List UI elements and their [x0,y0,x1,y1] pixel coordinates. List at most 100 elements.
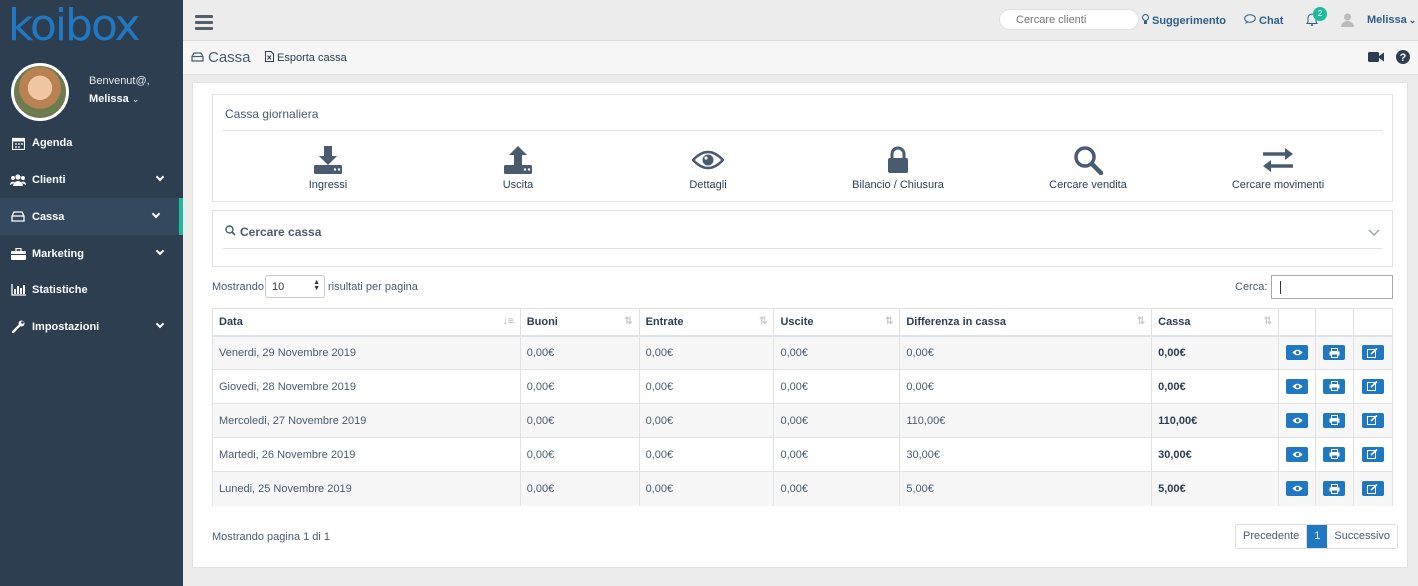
user-menu-top[interactable]: Melissa ⌄ [1367,14,1416,26]
view-button[interactable] [1286,481,1308,497]
details-action[interactable]: Dettagli [643,145,773,191]
sidebar-item-impostazioni[interactable]: Impostazioni [0,308,183,345]
lightbulb-icon [1142,14,1149,28]
sidebar-item-label: Cassa [32,210,65,223]
table-search-input[interactable] [1271,275,1393,299]
edit-button[interactable] [1361,481,1384,496]
cell-view [1278,335,1316,370]
sidebar-item-clienti[interactable]: Clienti [0,161,183,198]
sidebar-item-cassa[interactable]: Cassa [0,198,183,235]
edit-icon [1367,415,1379,426]
cell-differenza: 5,00€ [899,471,1153,506]
print-button[interactable] [1323,345,1346,360]
edit-icon [1367,347,1379,358]
export-cash-link[interactable]: Esporta cassa [265,51,347,65]
cell-view [1278,403,1316,438]
search-clients-input[interactable] [999,9,1139,30]
edit-icon [1367,449,1379,460]
sidebar-item-label: Agenda [32,137,73,149]
column-header-differenza[interactable]: Differenza in cassa ⇅ [899,308,1153,337]
cell-date: Martedi, 26 Novembre 2019 [212,437,521,472]
table-row: Giovedi, 28 Novembre 2019 0,00€ 0,00€ 0,… [212,369,1394,404]
sidebar-item-statistiche[interactable]: Statistiche [0,272,183,308]
cell-print [1314,471,1354,506]
daily-cash-box: Cassa giornaliera Ingressi Uscita Dettag… [212,94,1393,202]
print-button[interactable] [1323,481,1346,496]
sort-icon: ⇅ [1263,316,1273,327]
column-header-buoni[interactable]: Buoni ⇅ [519,308,640,337]
view-button[interactable] [1286,447,1308,462]
print-button[interactable] [1323,412,1346,428]
suggestion-link[interactable]: Suggerimento [1142,14,1226,28]
chat-link[interactable]: Chat [1244,14,1283,27]
chevron-down-icon[interactable] [1368,228,1380,240]
bar-chart-icon [10,283,26,297]
outflow-action[interactable]: Uscita [453,145,583,191]
view-button[interactable] [1286,379,1308,394]
daily-cash-title: Cassa giornaliera [225,107,319,121]
column-header-actions [1314,308,1354,337]
user-avatar-icon[interactable] [1341,13,1354,30]
edit-button[interactable] [1361,446,1384,462]
column-header-actions [1278,308,1316,337]
cell-uscite: 0,00€ [773,369,901,404]
balance-closing-action[interactable]: Bilancio / Chiusura [833,145,963,191]
page-1-button[interactable]: 1 [1307,525,1328,548]
table-row: Lunedi, 25 Novembre 2019 0,00€ 0,00€ 0,0… [212,471,1394,506]
edit-button[interactable] [1361,378,1384,394]
search-cash-header[interactable]: Cercare cassa [225,225,321,239]
column-header-cassa[interactable]: Cassa ⇅ [1151,308,1280,337]
sidebar-item-marketing[interactable]: Marketing [0,235,183,272]
cell-uscite: 0,00€ [773,437,901,472]
table-row: Venerdi, 29 Novembre 2019 0,00€ 0,00€ 0,… [212,335,1394,370]
edit-button[interactable] [1361,412,1384,428]
header-label: Differenza in cassa [906,315,1007,328]
search-sale-action[interactable]: Cercare vendita [1023,145,1153,191]
welcome-block: Benvenut@, Melissa ⌄ [89,72,150,108]
per-page-select[interactable]: 10 ▲ ▼ [265,275,325,298]
koibox-logo[interactable]: koibox [8,4,141,48]
sidebar-nav: Agenda Clienti Cassa Marketing Statistic… [0,125,183,345]
column-header-entrate[interactable]: Entrate ⇅ [638,308,775,337]
edit-button[interactable] [1361,345,1384,360]
upload-icon [453,145,583,175]
next-page-button[interactable]: Successivo [1327,525,1398,548]
print-button[interactable] [1323,378,1346,394]
view-button[interactable] [1286,345,1308,361]
video-camera-icon[interactable] [1368,51,1384,66]
avatar[interactable] [11,63,69,121]
cell-entrate: 0,00€ [638,437,775,472]
income-action[interactable]: Ingressi [263,145,393,191]
user-name-top: Melissa [1367,14,1407,26]
cell-print [1314,403,1354,438]
column-header-data[interactable]: Data ↓≡ [212,308,521,337]
chevron-down-icon: ⌄ [131,94,140,104]
previous-page-button[interactable]: Precedente [1236,525,1308,548]
column-header-uscite[interactable]: Uscite ⇅ [773,308,901,337]
sidebar-item-label: Impostazioni [32,320,100,333]
hamburger-menu-icon[interactable] [195,15,213,30]
user-menu[interactable]: Melissa ⌄ [89,90,150,108]
pagination-info: Mostrando pagina 1 di 1 [212,531,331,543]
cell-edit [1352,403,1394,438]
cell-edit [1352,471,1394,506]
cell-view [1278,369,1316,404]
sidebar-item-agenda[interactable]: Agenda [0,125,183,161]
view-button[interactable] [1286,413,1308,428]
pagination: Precedente 1 Successivo [1235,524,1399,549]
showing-label: Mostrando [212,281,264,293]
cash-table: Data ↓≡ Buoni ⇅ Entrate ⇅ Uscite ⇅ Differenz… [212,308,1394,506]
search-movements-action[interactable]: Cercare movimenti [1213,145,1343,191]
briefcase-icon [10,247,26,261]
table-row: Martedi, 26 Novembre 2019 0,00€ 0,00€ 0,… [212,437,1394,472]
search-sale-label: Cercare vendita [1049,179,1127,191]
column-header-actions [1352,308,1394,337]
cell-differenza: 110,00€ [899,403,1153,438]
chat-label: Chat [1259,14,1284,27]
help-icon[interactable]: ? [1396,50,1410,67]
print-button[interactable] [1323,446,1346,462]
search-cash-panel[interactable]: Cercare cassa [212,210,1393,267]
per-page-suffix: risultati per pagina [328,281,418,293]
exchange-icon [1213,145,1343,175]
cell-entrate: 0,00€ [638,403,775,438]
